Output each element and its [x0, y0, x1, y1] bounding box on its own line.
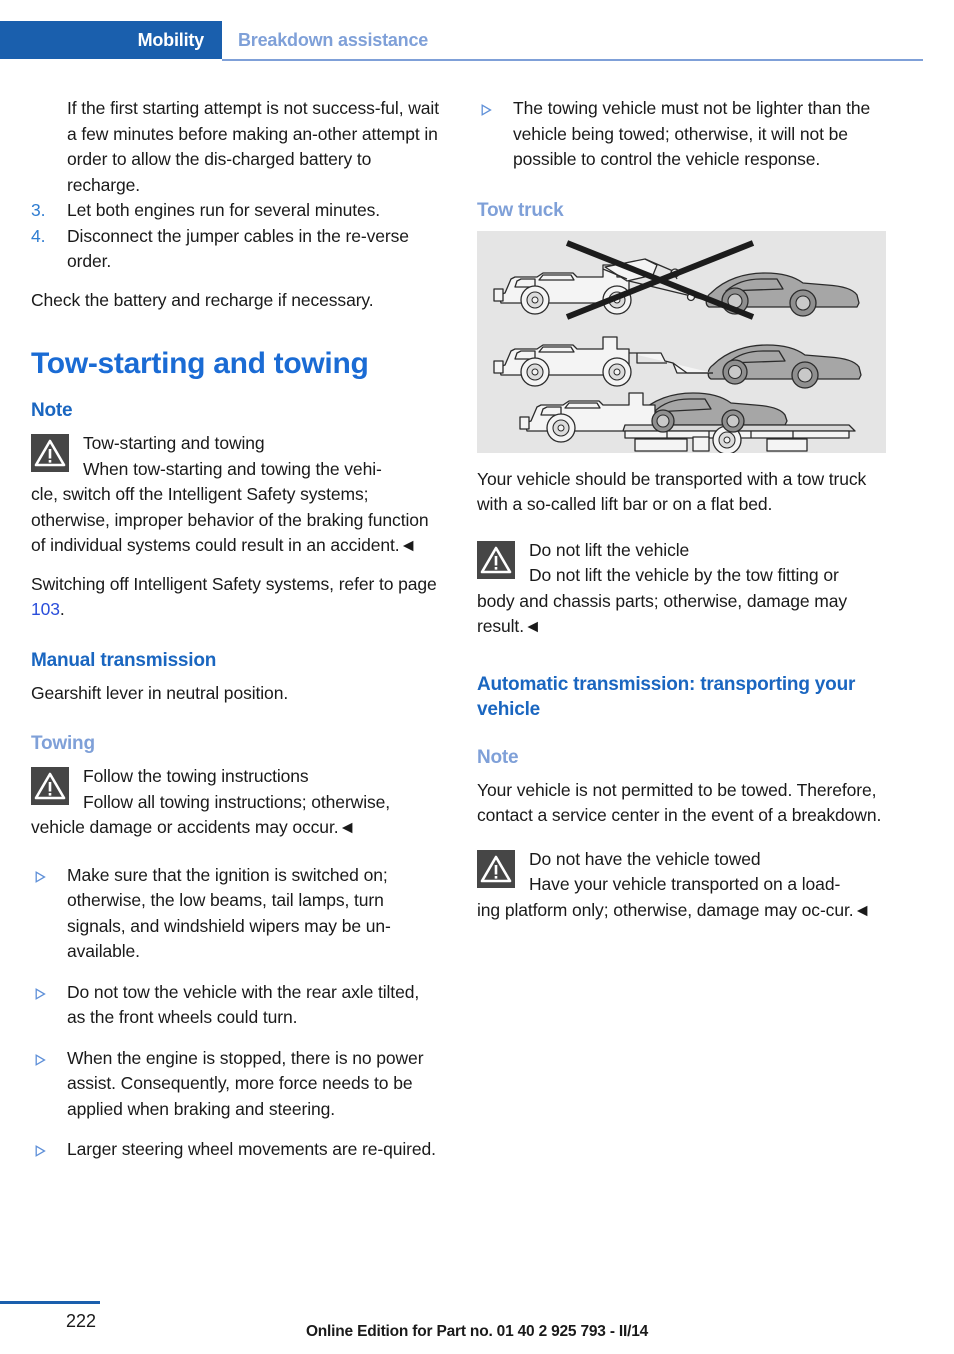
warning-triangle-icon [31, 767, 69, 805]
warning-endmark: ◄ [523, 616, 542, 636]
towing-bullet-list: Make sure that the ignition is switched … [31, 863, 440, 1163]
tow-truck-illustration [477, 230, 886, 453]
warning-block: Do not lift the vehicle Do not lift the … [477, 538, 886, 640]
step-number: 4. [31, 225, 46, 246]
warning-body-rest: body and chassis parts; otherwise, damag… [477, 589, 886, 640]
warning-body-rest: cle, switch off the Intelligent Safety s… [31, 482, 440, 559]
step-text: Let both engines run for several minutes… [67, 200, 381, 220]
after-steps-text: Check the battery and recharge if necess… [31, 289, 374, 310]
list-item-text: Do not tow the vehicle with the rear axl… [67, 981, 420, 1028]
page-header: Mobility Breakdown assistance [0, 21, 954, 59]
header-chapter-tab: Mobility [0, 21, 222, 59]
note-heading-left: Note [31, 400, 73, 421]
warning-body-rest-text: cle, switch off the Intelligent Safety s… [31, 484, 429, 555]
warning-triangle-icon [31, 434, 69, 472]
list-item-text: Make sure that the ignition is switched … [67, 864, 391, 962]
warning-endmark: ◄ [338, 817, 356, 837]
header-divider [222, 59, 923, 61]
list-item: When the engine is stopped, there is no … [31, 1046, 440, 1123]
warning-body-rest-text: vehicle damage or accidents may occur. [31, 817, 339, 837]
warning-triangle-icon [477, 849, 515, 888]
warning-triangle-icon [477, 540, 515, 579]
warning-body: Follow all towing instructions; otherwis… [83, 791, 391, 812]
note-heading-right: Note [477, 746, 519, 768]
header-section-label: Breakdown assistance [238, 30, 429, 50]
footer-divider [0, 1301, 100, 1304]
right-column: The towing vehicle must not be lighter t… [477, 96, 886, 936]
warning-body: Do not lift the vehicle by the tow fitti… [529, 565, 839, 585]
automatic-note-text: Your vehicle is not permitted to be towe… [477, 779, 882, 826]
list-item-text: The towing vehicle must not be lighter t… [513, 98, 871, 169]
heading-tow-truck: Tow truck [477, 199, 564, 221]
footer-note: Online Edition for Part no. 01 40 2 925 … [305, 1323, 649, 1340]
page-reference-text: Switching off Intelligent Safety systems… [31, 572, 440, 623]
reference-text-after: . [59, 599, 65, 619]
warning-block: Do not have the vehicle towed Have your … [477, 847, 886, 924]
tow-truck-text: Your vehicle should be transported with … [477, 468, 867, 515]
warning-title: Tow-starting and towing [83, 433, 265, 453]
step-text: Disconnect the jumper cables in the re-v… [67, 225, 409, 272]
header-chapter-label: Mobility [137, 30, 205, 50]
warning-title: Follow the towing instructions [83, 766, 309, 786]
step-number: 3. [31, 200, 46, 220]
warning-title: Do not lift the vehicle [529, 539, 690, 560]
list-item: Make sure that the ignition is switched … [31, 863, 440, 965]
list-item: The towing vehicle must not be lighter t… [477, 96, 886, 173]
warning-block: Tow-starting and towing When tow-startin… [31, 431, 440, 559]
heading-towing: Towing [31, 733, 95, 754]
warning-body: When tow-starting and towing the vehi- [83, 458, 382, 479]
warning-title: Do not have the vehicle towed [529, 848, 761, 869]
reference-text-before: Switching off Intelligent Safety systems… [31, 573, 437, 594]
warning-body-rest: vehicle damage or accidents may occur.◄ [31, 815, 440, 841]
page-reference-link[interactable]: 103 [31, 599, 60, 619]
numbered-step: 3. Let both engines run for several minu… [31, 198, 440, 224]
heading-manual-transmission: Manual transmission [31, 649, 217, 671]
warning-block: Follow the towing instructions Follow al… [31, 764, 440, 841]
left-column: If the first starting attempt is not suc… [31, 96, 440, 1163]
list-item: Larger steering wheel movements are re-q… [31, 1137, 440, 1163]
list-item-text: When the engine is stopped, there is no … [67, 1047, 424, 1119]
warning-body: Have your vehicle transported on a load- [529, 874, 841, 894]
page-title: Tow-starting and towing [31, 347, 369, 380]
warning-endmark: ◄ [853, 899, 871, 920]
heading-automatic-transmission: Automatic transmission: transporting you… [477, 673, 856, 720]
warning-body-rest: ing platform only; otherwise, damage may… [477, 898, 886, 924]
numbered-step: 4. Disconnect the jumper cables in the r… [31, 224, 440, 275]
list-item: Do not tow the vehicle with the rear axl… [31, 980, 440, 1031]
list-item-text: Larger steering wheel movements are re-q… [67, 1139, 436, 1159]
manual-transmission-text: Gearshift lever in neutral position. [31, 682, 289, 703]
warning-body-rest-text: ing platform only; otherwise, damage may… [477, 899, 854, 920]
warning-endmark: ◄ [399, 535, 417, 555]
continued-step-text: If the first starting attempt is not suc… [67, 98, 439, 195]
